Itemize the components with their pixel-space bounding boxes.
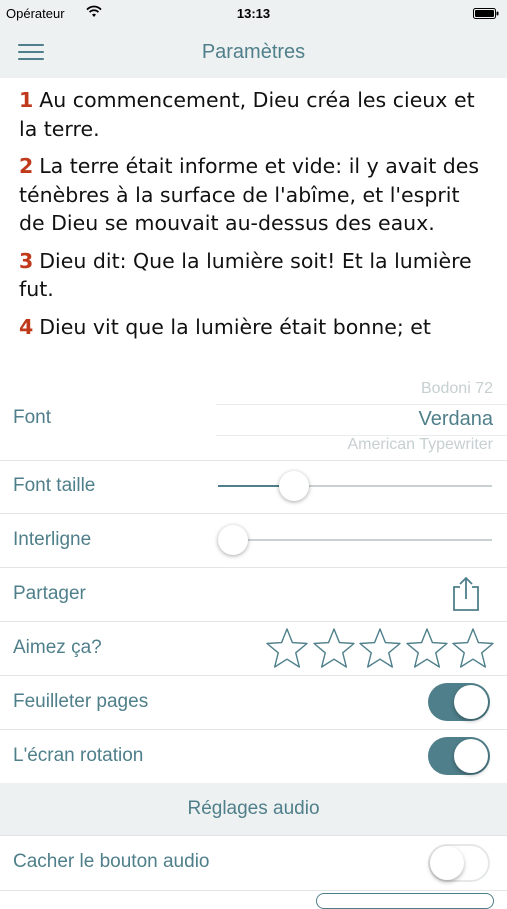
- slider-thumb[interactable]: [218, 525, 248, 555]
- line-spacing-label: Interligne: [13, 529, 92, 550]
- font-size-slider[interactable]: [218, 471, 492, 501]
- star-rating[interactable]: [264, 626, 496, 672]
- hide-audio-button-row: Cacher le bouton audio: [0, 836, 507, 891]
- page-title: Paramètres: [201, 41, 306, 63]
- font-size-label: Font taille: [13, 475, 96, 496]
- screen-rotation-row: L'écran rotation: [0, 730, 507, 784]
- rating-row: Aimez ça?: [0, 622, 507, 676]
- verse-text: Au commencement, Dieu créa les cieux et …: [19, 88, 475, 141]
- verse: 1 Au commencement, Dieu créa les cieux et…: [0, 86, 507, 143]
- slider-thumb[interactable]: [279, 471, 309, 501]
- picker-divider: [216, 404, 507, 405]
- slider-track: [218, 539, 492, 541]
- font-option[interactable]: American Typewriter: [347, 436, 493, 454]
- font-option-selected[interactable]: Verdana: [418, 408, 493, 431]
- verse-number: 1: [19, 88, 34, 112]
- text-fade: [0, 362, 507, 378]
- verse-number: 2: [19, 154, 34, 178]
- star-icon[interactable]: [450, 626, 496, 672]
- line-spacing-row: Interligne: [0, 514, 507, 568]
- verse-text: Dieu vit que la lumière était bonne; et: [39, 314, 431, 339]
- page-flip-row: Feuilleter pages: [0, 676, 507, 730]
- settings-panel: Font Bodoni 72 Verdana American Typewrit…: [0, 378, 507, 900]
- clock-time: 13:13: [236, 6, 271, 21]
- verse-number: 3: [19, 248, 34, 273]
- share-label: Partager: [13, 583, 86, 604]
- page-flip-toggle[interactable]: [428, 683, 490, 721]
- star-icon[interactable]: [404, 626, 450, 672]
- line-spacing-slider[interactable]: [218, 525, 492, 555]
- bible-text-preview[interactable]: 1 Au commencement, Dieu créa les cieux et…: [0, 78, 507, 378]
- toggle-knob: [430, 846, 464, 880]
- toggle-knob: [454, 685, 488, 719]
- verse: 2 La terre était informe et vide: il y av…: [0, 152, 507, 238]
- verse-text: Dieu dit: Que la lumière soit! Et la lum…: [19, 248, 472, 302]
- font-picker[interactable]: Bodoni 72 Verdana American Typewriter: [216, 378, 507, 460]
- status-bar: Opérateur 13:13: [0, 0, 507, 26]
- verse: 4 Dieu vit que la lumière était bonne; et: [0, 313, 507, 342]
- hide-audio-button-label: Cacher le bouton audio: [13, 851, 210, 872]
- font-option[interactable]: Bodoni 72: [421, 380, 493, 398]
- share-icon[interactable]: [449, 575, 483, 613]
- share-row[interactable]: Partager: [0, 568, 507, 622]
- rating-label: Aimez ça?: [13, 637, 102, 658]
- star-icon[interactable]: [311, 626, 357, 672]
- screen-rotation-toggle[interactable]: [428, 737, 490, 775]
- verse: 3 Dieu dit: Que la lumière soit! Et la lu…: [0, 247, 507, 304]
- audio-section-title: Réglages audio: [187, 798, 320, 819]
- toggle-knob: [454, 739, 488, 773]
- star-icon[interactable]: [357, 626, 403, 672]
- verse-text: La terre était informe et vide: il y ava…: [19, 154, 480, 235]
- audio-section-header: Réglages audio: [0, 783, 507, 836]
- hide-audio-button-toggle[interactable]: [428, 844, 490, 882]
- battery-icon: [473, 8, 499, 19]
- partial-button-outline[interactable]: [316, 893, 494, 909]
- font-row: Font Bodoni 72 Verdana American Typewrit…: [0, 378, 507, 461]
- picker-divider: [216, 435, 507, 436]
- navigation-bar: Paramètres: [0, 26, 507, 78]
- star-icon[interactable]: [264, 626, 310, 672]
- font-label: Font: [13, 407, 52, 428]
- font-size-row: Font taille: [0, 460, 507, 514]
- screen-rotation-label: L'écran rotation: [13, 745, 144, 766]
- page-flip-label: Feuilleter pages: [13, 691, 149, 712]
- verse-number: 4: [19, 314, 34, 339]
